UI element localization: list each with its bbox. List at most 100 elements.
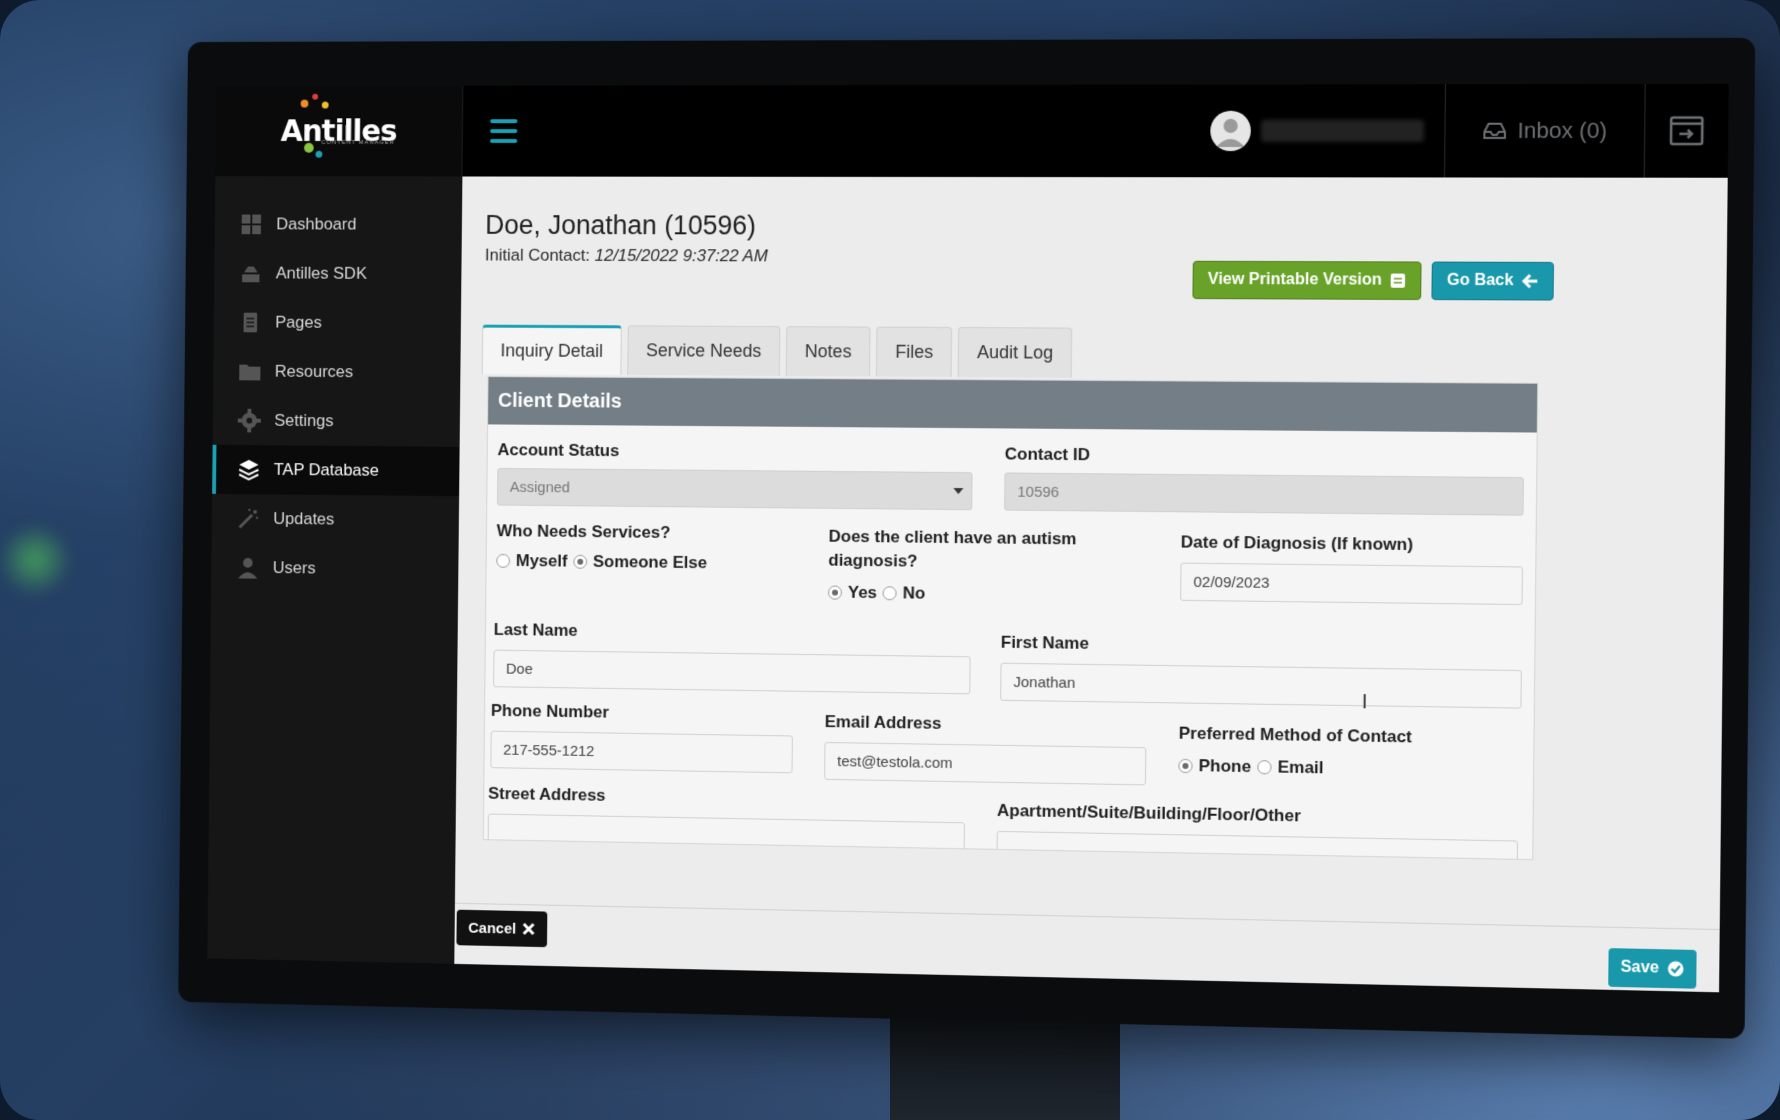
initial-contact-value: 12/15/2022 9:37:22 AM <box>594 245 768 266</box>
apartment-label: Apartment/Suite/Building/Floor/Other <box>996 800 1301 826</box>
folder-icon <box>238 360 261 384</box>
radio-no-label: No <box>902 583 926 603</box>
header-right: Inbox (0) <box>1210 83 1729 178</box>
avatar[interactable] <box>1210 110 1252 152</box>
phone-label: Phone Number <box>490 700 610 722</box>
contact-id-label: Contact ID <box>1004 444 1091 465</box>
radio-yes[interactable] <box>827 585 842 600</box>
radio-email[interactable] <box>1257 760 1272 775</box>
radio-no[interactable] <box>882 586 897 601</box>
apartment-field[interactable] <box>996 830 1519 861</box>
street-address-field[interactable] <box>487 813 965 861</box>
inbox-button[interactable]: Inbox (0) <box>1444 83 1646 178</box>
sidebar: Dashboard Antilles SDK Pages Resources S… <box>207 176 463 964</box>
user-icon <box>236 556 259 580</box>
go-back-button[interactable]: Go Back <box>1431 261 1554 301</box>
contact-method-radio-group: Phone Email <box>1178 756 1324 779</box>
logo-dot <box>315 150 323 158</box>
monitor-bezel: Antilles CONTENT MANAGER Inbox (0) Dashb… <box>178 37 1756 1039</box>
sidebar-item-resources[interactable]: Resources <box>213 347 461 398</box>
cancel-button[interactable]: Cancel <box>456 909 548 948</box>
email-value: test@testola.com <box>837 752 953 772</box>
account-status-select[interactable]: Assigned <box>496 467 973 511</box>
radio-someone-else-label: Someone Else <box>592 552 708 573</box>
last-name-field[interactable]: Doe <box>493 649 971 695</box>
action-bar: Cancel Save <box>454 902 1720 993</box>
chevron-down-icon <box>953 488 964 495</box>
view-printable-label: View Printable Version <box>1207 270 1382 289</box>
tab-audit-log[interactable]: Audit Log <box>957 327 1073 378</box>
view-printable-button[interactable]: View Printable Version <box>1192 260 1422 300</box>
user-avatar-icon <box>1216 118 1245 148</box>
sidebar-item-label: Pages <box>275 312 322 332</box>
sidebar-item-dashboard[interactable]: Dashboard <box>215 200 463 250</box>
top-bar: Antilles CONTENT MANAGER Inbox (0) <box>215 83 1729 178</box>
panel-title: Client Details <box>488 377 1538 433</box>
screen: Antilles CONTENT MANAGER Inbox (0) Dashb… <box>207 83 1729 993</box>
phone-field[interactable]: 217-555-1212 <box>490 730 793 774</box>
logo[interactable]: Antilles CONTENT MANAGER <box>215 85 464 177</box>
first-name-label: First Name <box>1000 632 1089 653</box>
document-icon <box>1390 273 1406 288</box>
inbox-label: Inbox (0) <box>1517 117 1608 144</box>
pages-icon <box>239 311 262 335</box>
diagnosis-date-label: Date of Diagnosis (If known) <box>1180 532 1414 555</box>
autism-label: Does the client have an autism diagnosis… <box>828 526 1077 571</box>
text-cursor-icon: I <box>1361 691 1368 714</box>
who-needs-radio-group: Myself Someone Else <box>496 551 707 573</box>
sidebar-item-pages[interactable]: Pages <box>214 298 462 348</box>
sidebar-item-label: Users <box>272 558 316 578</box>
sidebar-item-updates[interactable]: Updates <box>212 494 459 546</box>
background-light <box>0 520 70 600</box>
cancel-label: Cancel <box>468 919 517 938</box>
sidebar-item-label: Updates <box>273 509 335 529</box>
layers-icon <box>237 458 260 482</box>
exit-window-icon <box>1669 115 1705 146</box>
account-status-label: Account Status <box>497 440 620 461</box>
logo-dot <box>300 99 309 108</box>
contact-id-value: 10596 <box>1017 483 1060 501</box>
diagnosis-date-value: 02/09/2023 <box>1193 573 1270 592</box>
tab-files[interactable]: Files <box>876 326 953 378</box>
arrow-left-icon <box>1522 273 1539 289</box>
initial-contact-label: Initial Contact: <box>484 245 591 265</box>
close-icon <box>522 922 536 936</box>
logo-dot <box>321 101 329 109</box>
contact-id-field[interactable]: 10596 <box>1004 472 1524 516</box>
first-name-field[interactable]: Jonathan <box>1000 662 1522 709</box>
radio-phone[interactable] <box>1178 758 1193 774</box>
radio-myself-label: Myself <box>515 551 568 571</box>
radio-myself[interactable] <box>496 553 511 568</box>
wand-icon <box>237 507 260 531</box>
dashboard-icon <box>240 213 263 237</box>
sidebar-item-settings[interactable]: Settings <box>213 396 461 447</box>
email-field[interactable]: test@testola.com <box>824 741 1147 786</box>
sidebar-item-users[interactable]: Users <box>211 543 458 595</box>
sidebar-item-label: Dashboard <box>276 214 357 234</box>
radio-phone-label: Phone <box>1198 756 1252 777</box>
last-name-value: Doe <box>505 660 533 678</box>
phone-value: 217-555-1212 <box>503 741 595 760</box>
check-circle-icon <box>1667 961 1684 977</box>
radio-email-label: Email <box>1277 757 1324 778</box>
page-title: Doe, Jonathan (10596) <box>485 210 757 241</box>
exit-button[interactable] <box>1645 84 1729 178</box>
email-label: Email Address <box>824 712 942 733</box>
main-content: Doe, Jonathan (10596) Initial Contact: 1… <box>454 176 1728 993</box>
save-label: Save <box>1620 958 1660 977</box>
client-details-panel: Client Details Account Status Assigned C… <box>482 376 1539 861</box>
sidebar-item-antilles-sdk[interactable]: Antilles SDK <box>214 249 462 299</box>
radio-someone-else[interactable] <box>573 554 588 569</box>
save-button[interactable]: Save <box>1607 948 1697 989</box>
sidebar-item-tap-database[interactable]: TAP Database <box>212 444 460 497</box>
autism-radio-group: Yes No <box>827 582 926 604</box>
sidebar-item-label: Resources <box>274 361 354 382</box>
tab-inquiry-detail[interactable]: Inquiry Detail <box>481 324 622 375</box>
hamburger-icon[interactable] <box>489 119 518 143</box>
diagnosis-date-field[interactable]: 02/09/2023 <box>1180 562 1523 606</box>
radio-yes-label: Yes <box>847 582 878 603</box>
tab-notes[interactable]: Notes <box>785 326 871 377</box>
initial-contact: Initial Contact: 12/15/2022 9:37:22 AM <box>485 246 768 267</box>
gear-icon <box>238 409 261 433</box>
tab-service-needs[interactable]: Service Needs <box>627 325 781 376</box>
